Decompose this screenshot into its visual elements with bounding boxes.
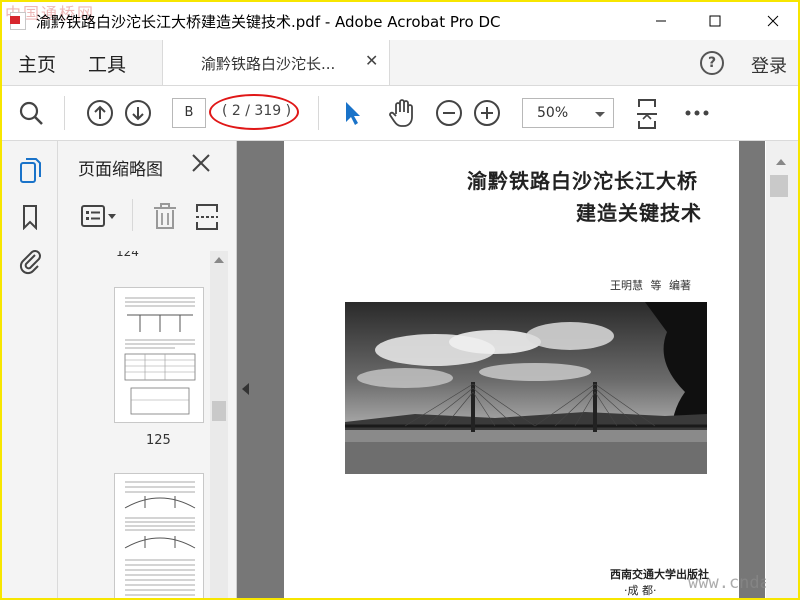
document-scrollbar[interactable] <box>766 141 798 598</box>
scrollbar-thumb[interactable] <box>212 401 226 421</box>
attachments-button[interactable] <box>17 247 43 275</box>
minimize-icon <box>656 20 666 22</box>
page-preview-image <box>124 297 196 415</box>
app-window: 中国通桥网 渝黔铁路白沙沱长江大桥建造关键技术.pdf - Adobe Acro… <box>0 0 800 600</box>
close-panel-button[interactable] <box>190 152 212 178</box>
select-tool-button[interactable] <box>338 98 366 128</box>
panel-title: 页面缩略图 <box>78 160 163 180</box>
tab-tools[interactable]: 工具 <box>88 50 126 77</box>
annotation-circle <box>209 94 299 130</box>
hand-icon <box>389 99 413 127</box>
scroll-up-icon[interactable] <box>214 257 224 263</box>
chevron-down-icon <box>595 112 605 117</box>
zoom-in-icon <box>474 100 500 126</box>
book-author: 王明慧 等 编著 <box>610 279 691 292</box>
fit-page-button[interactable] <box>632 96 662 132</box>
window-title: 渝黔铁路白沙沱长江大桥建造关键技术.pdf - Adobe Acrobat Pr… <box>36 13 501 31</box>
tab-bar: 主页 工具 渝黔铁路白沙沱长... ✕ ? 登录 <box>2 40 798 86</box>
navigation-rail <box>2 141 58 598</box>
more-icon <box>685 110 709 116</box>
thumbnail-list: 124 125 <box>58 251 210 598</box>
close-window-button[interactable] <box>750 2 796 40</box>
pages-icon <box>20 158 41 183</box>
options-menu-icon <box>81 205 116 227</box>
bridge-photo <box>345 302 707 474</box>
tab-document[interactable]: 渝黔铁路白沙沱长... ✕ <box>162 40 390 85</box>
book-title-line2: 建造关键技术 <box>576 201 702 225</box>
tab-home[interactable]: 主页 <box>18 50 56 77</box>
pdf-page: 渝黔铁路白沙沱长江大桥 建造关键技术 王明慧 等 编著 西南交通大学出版社 ·成… <box>284 141 798 598</box>
scroll-up-icon[interactable] <box>776 159 786 165</box>
search-icon <box>19 101 43 125</box>
thumbnail-label: 124 <box>116 251 139 259</box>
collapse-panel-icon[interactable] <box>242 383 249 395</box>
scrollbar-thumb[interactable] <box>770 175 788 197</box>
minimize-button[interactable] <box>638 2 684 40</box>
cursor-arrow-icon <box>346 102 360 125</box>
page-layout-button[interactable] <box>192 202 222 232</box>
zoom-in-button[interactable] <box>472 98 502 128</box>
maximize-button[interactable] <box>692 2 738 40</box>
thumbnail-page-125[interactable] <box>114 287 204 423</box>
delete-page-button[interactable] <box>150 202 180 232</box>
trash-icon <box>154 203 176 229</box>
paperclip-icon <box>19 250 41 275</box>
arrow-up-icon <box>87 100 113 126</box>
book-title-line1: 渝黔铁路白沙沱长江大桥 <box>467 169 698 193</box>
zoom-level-select[interactable]: 50% <box>522 98 614 128</box>
help-icon[interactable]: ? <box>700 51 724 75</box>
close-icon <box>192 154 210 172</box>
pdf-file-icon <box>10 12 26 30</box>
thumbnail-page-126[interactable] <box>114 473 204 598</box>
bookmark-icon <box>23 205 37 230</box>
document-tab-label: 渝黔铁路白沙沱长... <box>201 55 336 73</box>
thumbnail-label: 125 <box>146 433 171 448</box>
publisher-city: ·成 都· <box>624 584 657 597</box>
insert-page-icon <box>196 204 218 230</box>
previous-page-button[interactable] <box>85 98 115 128</box>
page-number-input[interactable]: B <box>172 98 206 128</box>
main-toolbar: B ( 2 / 319 ) 50% <box>2 86 798 141</box>
next-page-button[interactable] <box>123 98 153 128</box>
document-viewer: 渝黔铁路白沙沱长江大桥 建造关键技术 王明慧 等 编著 西南交通大学出版社 ·成… <box>237 141 798 598</box>
page-preview-image <box>124 481 196 596</box>
title-bar: 中国通桥网 渝黔铁路白沙沱长江大桥建造关键技术.pdf - Adobe Acro… <box>2 2 798 40</box>
page-thumbnails-button[interactable] <box>17 157 43 185</box>
hand-tool-button[interactable] <box>386 97 418 129</box>
thumbnail-scrollbar[interactable] <box>210 251 228 598</box>
panel-toolbar <box>58 193 236 239</box>
close-icon <box>767 15 779 27</box>
zoom-out-icon <box>436 100 462 126</box>
fit-page-icon <box>637 99 657 129</box>
zoom-out-button[interactable] <box>434 98 464 128</box>
close-tab-icon[interactable]: ✕ <box>365 51 378 70</box>
zoom-value: 50% <box>537 105 569 121</box>
thumbnail-options-button[interactable] <box>80 203 118 229</box>
more-tools-button[interactable] <box>682 98 712 128</box>
maximize-icon <box>709 15 721 27</box>
arrow-down-icon <box>125 100 151 126</box>
thumbnail-panel: 页面缩略图 124 125 <box>58 141 237 598</box>
login-button[interactable]: 登录 <box>751 52 787 78</box>
search-button[interactable] <box>16 98 46 128</box>
bookmarks-button[interactable] <box>17 203 43 231</box>
